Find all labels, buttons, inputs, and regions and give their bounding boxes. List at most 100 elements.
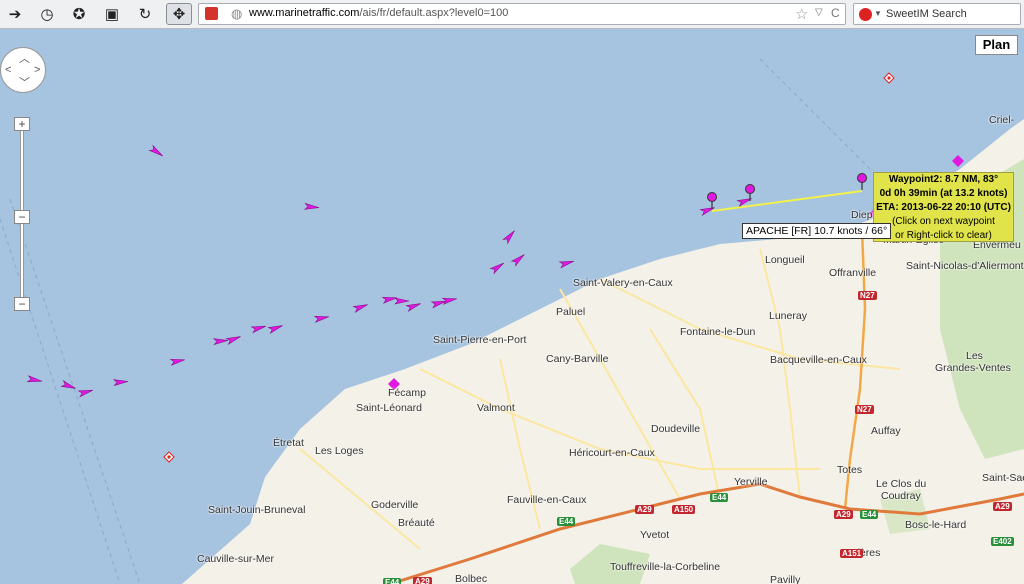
place-label: Bolbec (455, 573, 488, 584)
place-label: Fécamp (388, 387, 426, 399)
place-label: Les (966, 350, 983, 362)
vessel-icon[interactable] (169, 357, 186, 366)
vessel-info-label: APACHE [FR] 10.7 knots / 66° (742, 223, 892, 239)
search-bar[interactable]: ▼ SweetIM Search (853, 3, 1021, 25)
place-label: Coudray (881, 490, 921, 502)
road-shield: E402 (991, 537, 1014, 546)
road-shield: E44 (557, 517, 576, 526)
dropdown-chevron-icon[interactable]: ▽ (815, 7, 823, 18)
vessel-icon[interactable] (394, 297, 410, 305)
map-canvas[interactable]: Criel-DieppeMartin-EgliseEnvermeuLonguei… (0, 29, 1024, 584)
pan-left-icon[interactable]: < (5, 65, 11, 76)
plan-button[interactable]: Plan (975, 35, 1018, 55)
window-icon[interactable]: ▣ (101, 3, 123, 25)
move-cross-icon[interactable]: ✥ (166, 3, 192, 25)
place-label: Les Loges (315, 445, 364, 457)
vessel-icon[interactable] (313, 314, 330, 323)
vessel-icon[interactable] (77, 387, 93, 398)
vessel-icon[interactable] (502, 229, 517, 245)
vessel-icon[interactable] (381, 295, 398, 304)
tooltip-hint-1: (Click on next waypoint (892, 216, 995, 227)
vessel-icon[interactable] (225, 334, 241, 346)
place-label: Yvetot (640, 529, 670, 541)
tooltip-distance: Waypoint2: 8.7 NM, 83° (888, 174, 999, 185)
url-path: /ais/fr/default.aspx?level0=100 (359, 7, 509, 19)
waypoint-pin-icon[interactable] (745, 184, 755, 202)
zoom-out-button[interactable]: − (14, 297, 30, 311)
place-label: Bréauté (398, 517, 435, 529)
place-label: Grandes-Ventes (935, 362, 1011, 374)
zoom-slider-handle[interactable]: − (14, 210, 30, 224)
tooltip-hint-2: or Right-click to clear) (895, 230, 992, 241)
site-favicon-icon (205, 7, 218, 20)
road-shield: A29 (834, 510, 853, 519)
vessel-icon[interactable] (148, 144, 165, 159)
place-label: Bacqueville-en-Caux (770, 354, 867, 366)
road-shield: E44 (383, 578, 402, 584)
place-label: Offranville (829, 267, 877, 279)
base-station-icon[interactable] (883, 72, 895, 84)
waypoint-pin-icon[interactable] (707, 192, 717, 210)
place-label: Bosc-le-Hard (905, 519, 967, 531)
refresh-icon[interactable]: ↻ (134, 3, 156, 25)
place-label: Fauville-en-Caux (507, 494, 587, 506)
place-label: Étretat (273, 437, 304, 449)
vessel-icon[interactable] (26, 375, 43, 384)
place-label: Doudeville (651, 423, 701, 435)
bookmark-star-icon[interactable]: ✪ (68, 3, 90, 25)
road-shield: N27 (855, 405, 874, 414)
vessel-icon[interactable] (489, 261, 506, 275)
place-label: Le Clos du (876, 478, 927, 490)
pan-right-icon[interactable]: > (34, 65, 40, 76)
vessel-icon[interactable] (352, 302, 368, 314)
reload-icon[interactable]: C (831, 6, 840, 20)
place-label: Saint-Sae (982, 472, 1024, 484)
vessel-icon[interactable] (112, 378, 129, 387)
place-label: Valmont (477, 402, 515, 414)
place-label: Luneray (769, 310, 807, 322)
place-label: Saint-Valery-en-Caux (573, 277, 673, 289)
place-label: Longueil (765, 254, 805, 266)
vessel-icon[interactable] (441, 296, 458, 305)
place-label: Pavilly (770, 574, 801, 584)
base-station-icon[interactable] (163, 451, 175, 463)
tooltip-eta: ETA: 2013-06-22 20:10 (UTC) (876, 202, 1011, 213)
road-shield: A29 (413, 577, 432, 584)
vessel-icon[interactable] (267, 323, 283, 335)
anchored-vessel-icon[interactable] (952, 155, 964, 167)
place-label: Goderville (371, 499, 419, 511)
vessel-icon[interactable] (510, 252, 527, 267)
history-clock-icon[interactable]: ◷ (36, 3, 58, 25)
road-shield: A151 (840, 549, 864, 558)
pan-down-icon[interactable]: ﹀ (19, 78, 30, 89)
place-label: Totes (837, 464, 863, 476)
place-label: Auffay (871, 425, 901, 437)
vessel-icon[interactable] (405, 301, 421, 313)
url-bar[interactable]: ◍ www.marinetraffic.com/ais/fr/default.a… (198, 3, 846, 25)
vessel-icon[interactable] (303, 202, 320, 210)
road-shield: E44 (860, 510, 879, 519)
place-label: Saint-Nicolas-d'Aliermont (906, 260, 1024, 272)
waypoint-pin-icon[interactable] (857, 173, 867, 191)
place-label: Héricourt-en-Caux (569, 447, 655, 459)
favorite-star-icon[interactable]: ☆ (795, 5, 808, 23)
vessel-icon[interactable] (558, 258, 574, 269)
place-label: Touffreville-la-Corbeline (610, 561, 721, 573)
sweetim-logo-icon (859, 8, 872, 21)
search-placeholder: SweetIM Search (886, 8, 967, 20)
road-shield: A29 (993, 502, 1012, 511)
place-label: Yerville (734, 476, 768, 488)
vessel-icon[interactable] (250, 323, 266, 334)
url-text[interactable]: www.marinetraffic.com/ais/fr/default.asp… (249, 7, 508, 19)
pin-layer (707, 173, 867, 210)
pan-control[interactable]: ︿ ﹀ < > (0, 47, 46, 93)
place-label: Saint-Pierre-en-Port (433, 334, 527, 346)
place-label: Saint-Jouin-Bruneval (208, 504, 306, 516)
url-domain: www.marinetraffic.com (249, 7, 360, 19)
pan-up-icon[interactable]: ︿ (19, 54, 30, 65)
place-label: Criel- (989, 114, 1015, 126)
zoom-in-button[interactable]: + (14, 117, 30, 131)
road-shield: A29 (635, 505, 654, 514)
search-engine-chevron-icon[interactable]: ▼ (874, 9, 882, 18)
forward-arrow-icon[interactable]: ➔ (4, 3, 26, 25)
